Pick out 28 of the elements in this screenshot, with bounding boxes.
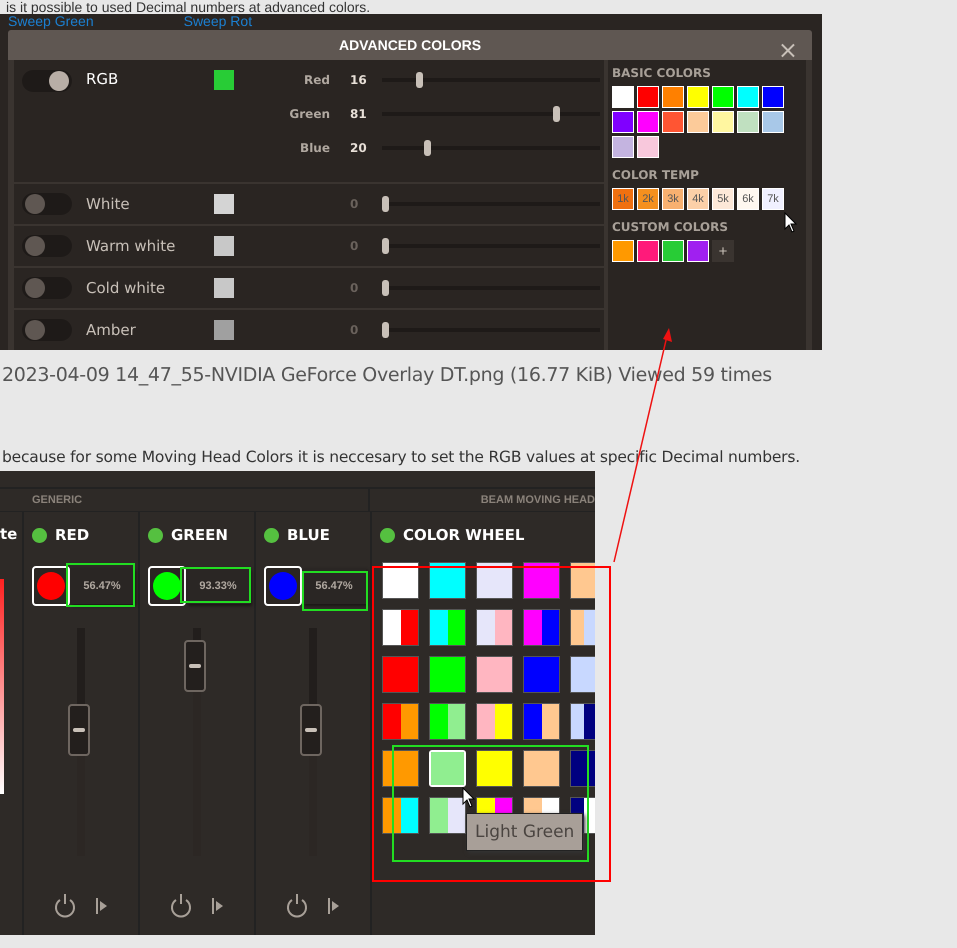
channel-label: Cold white — [86, 279, 166, 297]
slider-label: Green — [288, 107, 330, 121]
channel-label: Warm white — [86, 237, 176, 255]
slider-label: Blue — [299, 141, 330, 155]
section-title: CUSTOM COLORS — [612, 220, 728, 234]
dialog-title: ADVANCED COLORS — [338, 37, 482, 53]
channel-label: te — [0, 525, 18, 543]
slider-value: 81 — [350, 107, 368, 121]
channel-label: RGB — [86, 70, 120, 88]
slider-value: 0 — [350, 197, 360, 211]
channel-label: GREEN — [171, 526, 228, 544]
slider-value: 0 — [350, 323, 360, 337]
channel-label: BLUE — [287, 526, 330, 544]
slider-label: Red — [303, 73, 330, 87]
section-title: BASIC COLORS — [612, 66, 711, 80]
channel-label: RED — [55, 526, 90, 544]
slider-value: 0 — [350, 239, 360, 253]
slider-value: 16 — [350, 73, 368, 87]
section-title: COLOR TEMP — [612, 168, 699, 182]
section-title: BEAM MOVING HEAD — [480, 493, 595, 508]
tooltip: Light Green — [466, 813, 584, 851]
channel-label: COLOR WHEEL — [403, 526, 524, 544]
slider-value: 20 — [350, 141, 368, 155]
section-title: GENERIC — [0, 489, 370, 511]
post-text: is it possible to used Decimal numbers at advanced colors. — [5, 0, 372, 14]
channel-label: White — [86, 195, 131, 213]
slider-value: 0 — [350, 281, 360, 295]
channel-label: Amber — [86, 321, 137, 339]
